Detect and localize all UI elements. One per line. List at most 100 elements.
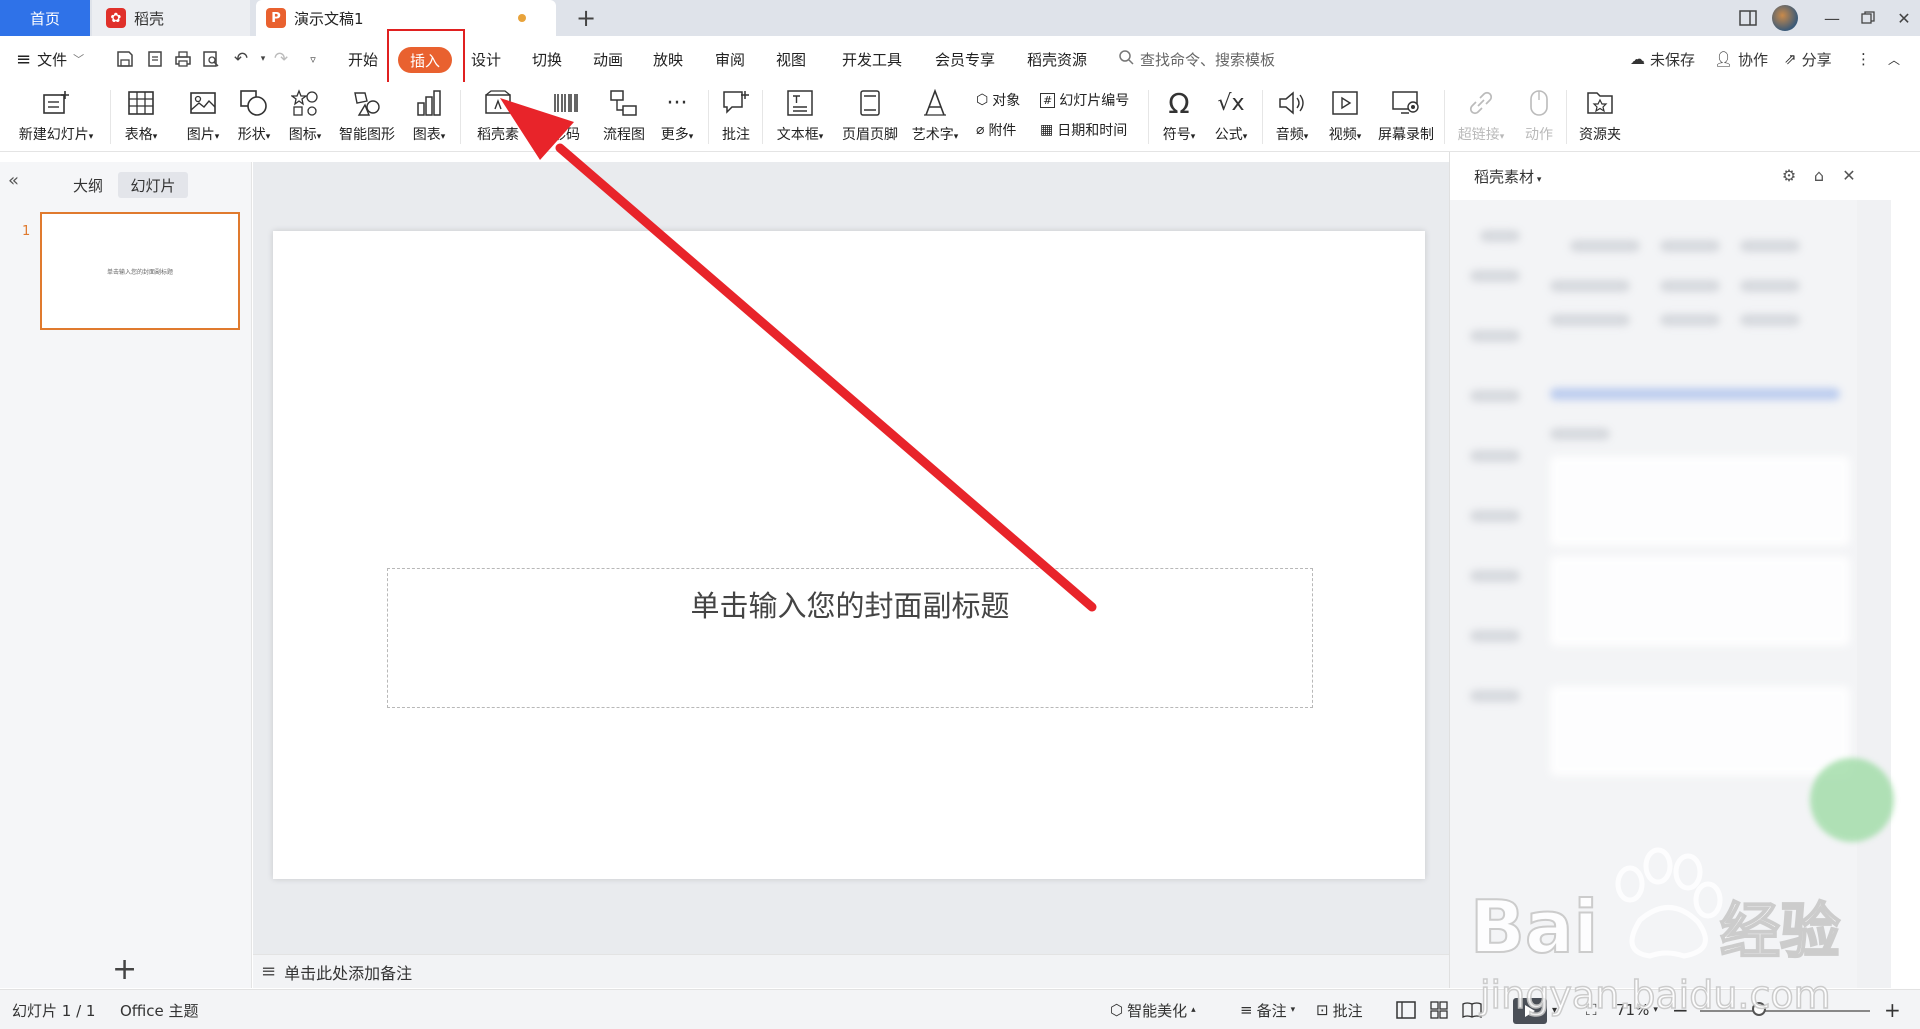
more-menu-icon[interactable]: ⋮ bbox=[1856, 36, 1871, 82]
slide[interactable]: 单击输入您的封面副标题 bbox=[273, 231, 1425, 879]
icon-button[interactable]: 图标▾ bbox=[280, 82, 330, 152]
picture-button[interactable]: 图片▾ bbox=[178, 82, 228, 152]
calendar-icon: ▦ bbox=[1040, 122, 1054, 138]
panel-title[interactable]: 稻壳素材 ▾ bbox=[1474, 166, 1541, 187]
print-preview-icon[interactable] bbox=[200, 48, 222, 70]
date-time-label: 日期和时间 bbox=[1057, 123, 1128, 139]
tab-outline[interactable]: 大纲 bbox=[66, 172, 110, 198]
icon-label: 图标 bbox=[288, 127, 317, 143]
undo-icon[interactable]: ↶ bbox=[230, 48, 252, 70]
save-icon[interactable] bbox=[114, 48, 136, 70]
word-art-icon bbox=[918, 86, 952, 120]
flowchart-button[interactable]: 流程图 bbox=[598, 82, 650, 152]
collab-label: 协作 bbox=[1738, 50, 1769, 69]
file-menu[interactable]: ≡ 文件 ﹀ bbox=[16, 36, 84, 82]
hamburger-icon: ≡ bbox=[16, 48, 32, 70]
ribbon-separator bbox=[1148, 90, 1149, 144]
word-art-button[interactable]: 艺术字▾ bbox=[906, 82, 964, 152]
menu-daoke-resources[interactable]: 稻壳资源 bbox=[1027, 36, 1087, 82]
slide-thumbnail[interactable]: 单击输入您的封面副标题 bbox=[40, 212, 240, 330]
customize-dropdown-icon[interactable]: ▿ bbox=[302, 48, 324, 70]
command-search[interactable]: 查找命令、搜索模板 bbox=[1118, 36, 1275, 82]
new-slide-button[interactable]: 新建幻灯片▾ bbox=[10, 82, 102, 152]
tab-slides[interactable]: 幻灯片 bbox=[118, 172, 188, 198]
settings-gear-icon[interactable]: ⚙ bbox=[1778, 164, 1800, 186]
pin-icon[interactable]: ⌂ bbox=[1808, 164, 1830, 186]
notes-toggle[interactable]: ≡ 备注 ▾ bbox=[1240, 990, 1295, 1029]
minimize-icon[interactable]: — bbox=[1812, 0, 1852, 36]
tab-daoke[interactable]: ✿ 稻壳 bbox=[92, 0, 250, 36]
layout-icon[interactable] bbox=[1728, 0, 1768, 36]
video-button[interactable]: 视频▾ bbox=[1320, 82, 1370, 152]
ribbon-separator bbox=[762, 90, 763, 144]
user-avatar[interactable] bbox=[1772, 5, 1798, 31]
export-pdf-icon[interactable] bbox=[144, 48, 166, 70]
resource-folder-button[interactable]: 资源夹 bbox=[1572, 82, 1628, 152]
menu-row: ≡ 文件 ﹀ ↶ ▾ ↷ ▿ 开始 插入 设计 切换 动画 放映 审阅 视图 开… bbox=[0, 36, 1920, 82]
tab-daoke-label: 稻壳 bbox=[134, 9, 165, 28]
shape-button[interactable]: 形状▾ bbox=[229, 82, 279, 152]
audio-button[interactable]: 音频▾ bbox=[1266, 82, 1318, 152]
menu-developer-label: 开发工具 bbox=[842, 50, 903, 69]
slide-count: 幻灯片 1 / 1 bbox=[12, 1001, 96, 1020]
menu-animation[interactable]: 动画 bbox=[593, 36, 623, 82]
action-button[interactable]: 动作 bbox=[1516, 82, 1562, 152]
normal-view-icon[interactable] bbox=[1396, 990, 1416, 1029]
formula-button[interactable]: √x 公式▾ bbox=[1206, 82, 1256, 152]
notes-bar[interactable]: ≡ 单击此处添加备注 bbox=[253, 954, 1449, 988]
menu-review[interactable]: 审阅 bbox=[715, 36, 745, 82]
table-button[interactable]: 表格▾ bbox=[116, 82, 166, 152]
collab-button[interactable]: 👤︎ 协作 bbox=[1714, 36, 1768, 82]
symbol-label: 符号 bbox=[1162, 127, 1191, 143]
collapse-pane-icon[interactable]: « bbox=[8, 170, 19, 191]
menu-member-label: 会员专享 bbox=[935, 50, 996, 69]
theme-name[interactable]: Office 主题 bbox=[120, 990, 199, 1029]
comment-button[interactable]: 批注 bbox=[714, 82, 758, 152]
more-button[interactable]: ··· 更多▾ bbox=[652, 82, 702, 152]
hyperlink-button[interactable]: 超链接▾ bbox=[1448, 82, 1514, 152]
barcode-button[interactable]: 形码 bbox=[538, 82, 594, 152]
menu-view[interactable]: 视图 bbox=[776, 36, 806, 82]
header-footer-label: 页眉页脚 bbox=[842, 127, 898, 143]
sorter-view-icon[interactable] bbox=[1430, 990, 1448, 1029]
video-label: 视频 bbox=[1328, 127, 1357, 143]
subtitle-placeholder[interactable]: 单击输入您的封面副标题 bbox=[387, 568, 1313, 708]
menu-developer[interactable]: 开发工具 bbox=[842, 36, 902, 82]
smart-art-button[interactable]: 智能图形 bbox=[334, 82, 400, 152]
header-footer-button[interactable]: 页眉页脚 bbox=[836, 82, 904, 152]
restore-icon[interactable] bbox=[1848, 0, 1888, 36]
attachment-button[interactable]: ⌀ 附件 bbox=[976, 118, 1016, 142]
print-icon[interactable] bbox=[172, 48, 194, 70]
chart-button[interactable]: 图表▾ bbox=[404, 82, 454, 152]
attachment-label: 附件 bbox=[988, 123, 1017, 139]
slide-number-button[interactable]: # 幻灯片编号 bbox=[1040, 88, 1129, 112]
comment-label: 批注 bbox=[722, 127, 750, 143]
collapse-ribbon-icon[interactable]: ︿ bbox=[1888, 36, 1900, 82]
notes-placeholder: 单击此处添加备注 bbox=[284, 963, 413, 983]
new-tab-plus-icon[interactable]: + bbox=[572, 4, 600, 32]
picture-icon bbox=[186, 86, 220, 120]
menu-slideshow[interactable]: 放映 bbox=[653, 36, 683, 82]
screen-record-button[interactable]: 屏幕录制 bbox=[1374, 82, 1438, 152]
add-slide-plus-icon[interactable]: + bbox=[112, 952, 137, 987]
symbol-button[interactable]: Ω 符号▾ bbox=[1154, 82, 1204, 152]
video-icon bbox=[1328, 86, 1362, 120]
menu-member[interactable]: 会员专享 bbox=[935, 36, 995, 82]
tab-home[interactable]: 首页 bbox=[0, 0, 90, 36]
beautify-button[interactable]: ⬡ 智能美化 ▴ bbox=[1110, 990, 1196, 1029]
comments-toggle[interactable]: ⊡ 批注 bbox=[1316, 990, 1363, 1029]
close-window-icon[interactable]: ✕ bbox=[1884, 0, 1920, 36]
redo-icon[interactable]: ↷ bbox=[270, 48, 292, 70]
textbox-label: 文本框 bbox=[776, 127, 819, 143]
textbox-button[interactable]: 文本框▾ bbox=[768, 82, 832, 152]
daoke-material-button[interactable]: 稻壳素 bbox=[466, 82, 530, 152]
menu-home[interactable]: 开始 bbox=[348, 36, 378, 82]
picture-label: 图片 bbox=[186, 127, 215, 143]
menu-design[interactable]: 设计 bbox=[471, 36, 501, 82]
share-button[interactable]: ⇗ 分享 bbox=[1784, 36, 1832, 82]
date-time-button[interactable]: ▦ 日期和时间 bbox=[1040, 118, 1127, 142]
object-button[interactable]: ⬡ 对象 bbox=[976, 88, 1020, 112]
close-panel-icon[interactable]: ✕ bbox=[1838, 164, 1860, 186]
menu-transition[interactable]: 切换 bbox=[532, 36, 562, 82]
unsaved-button[interactable]: ☁ 未保存 bbox=[1630, 36, 1695, 82]
